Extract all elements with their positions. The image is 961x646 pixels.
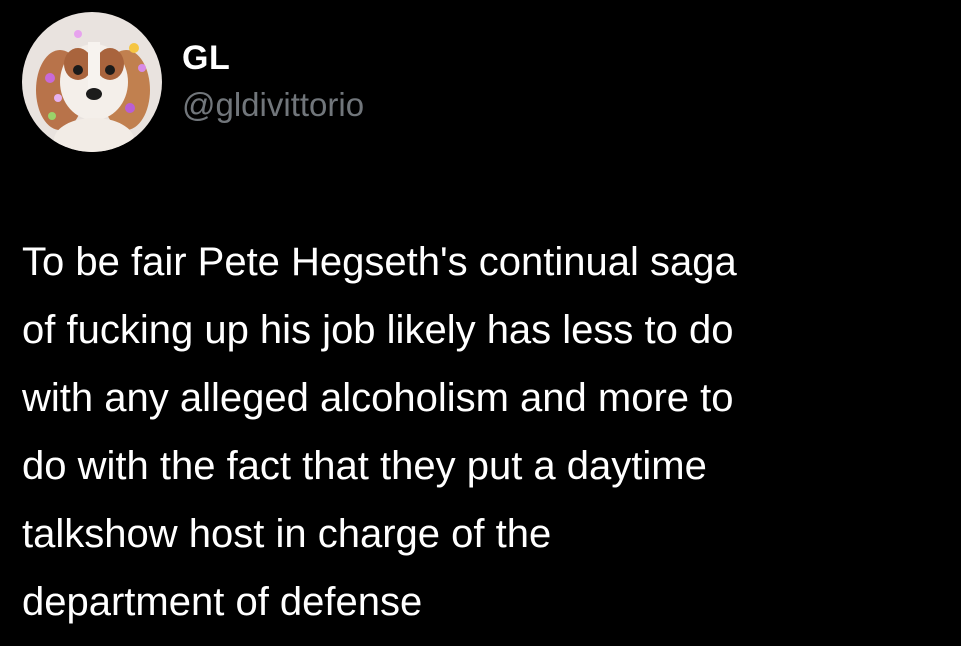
tweet-text: To be fair Pete Hegseth's continual saga… xyxy=(22,240,737,624)
tweet-header: GL @gldivittorio xyxy=(22,12,364,152)
author-handle[interactable]: @gldivittorio xyxy=(182,83,364,127)
author-display-name[interactable]: GL xyxy=(182,37,364,79)
dog-avatar-icon[interactable] xyxy=(22,12,162,152)
author-identity: GL @gldivittorio xyxy=(182,37,364,127)
tweet-card: GL @gldivittorio To be fair Pete Hegseth… xyxy=(0,0,961,646)
